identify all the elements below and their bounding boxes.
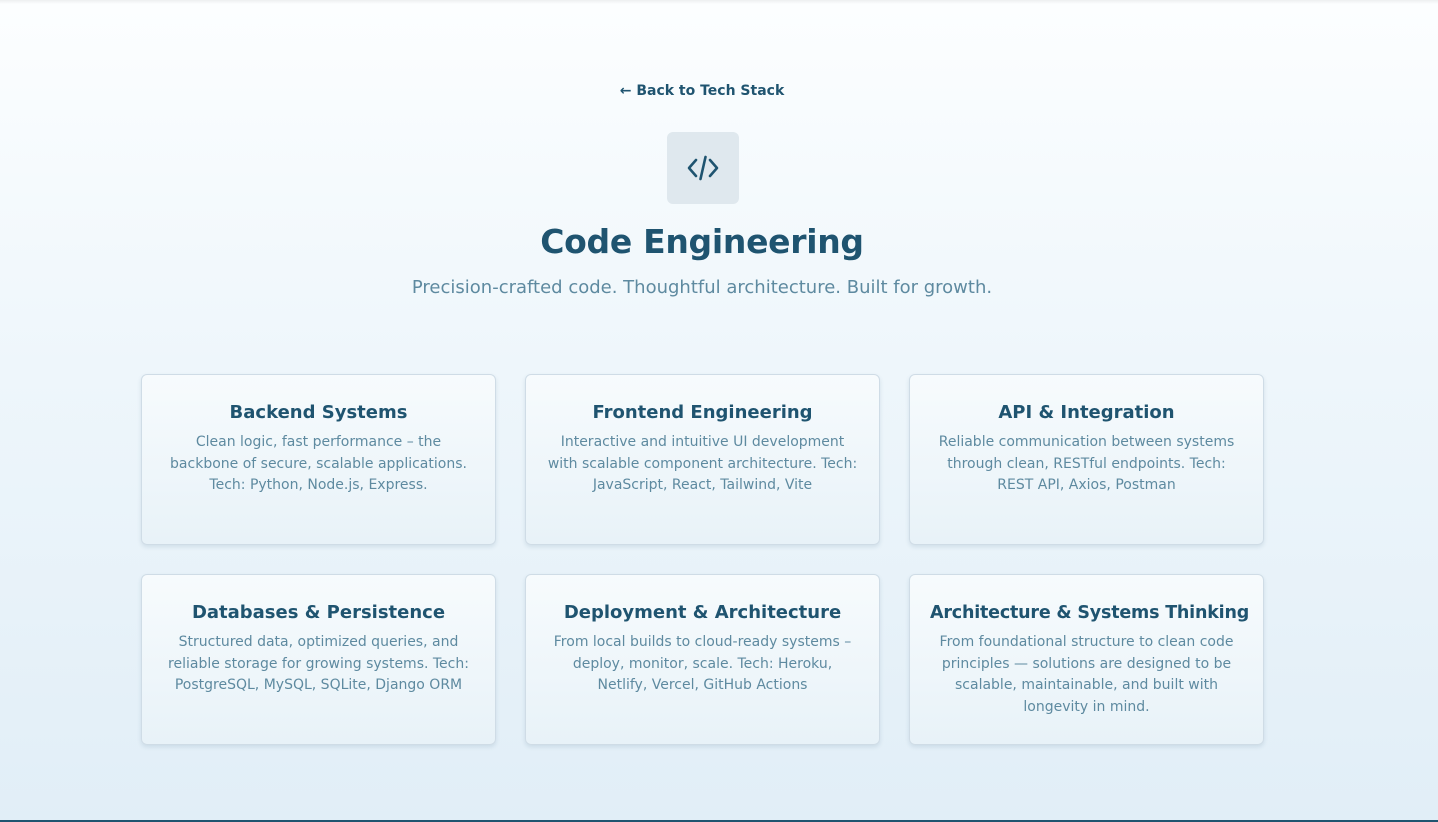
card-title: Backend Systems [229, 402, 408, 423]
page-title: Code Engineering [540, 222, 864, 261]
card-api-integration: API & Integration Reliable communication… [909, 374, 1264, 545]
code-icon [667, 132, 739, 204]
card-description: Clean logic, fast performance – the back… [170, 434, 467, 494]
page-subtitle: Precision-crafted code. Thoughtful archi… [411, 277, 993, 298]
card-description: From local builds to cloud-ready systems… [553, 634, 852, 694]
card-description: Interactive and intuitive UI development… [547, 434, 858, 494]
card-backend-systems: Backend Systems Clean logic, fast perfor… [141, 374, 496, 545]
back-to-tech-stack-link[interactable]: ← Back to Tech Stack [0, 83, 1404, 99]
card-databases-persistence: Databases & Persistence Structured data,… [141, 574, 496, 745]
card-title: Architecture & Systems Thinking [930, 603, 1250, 623]
card-title: Frontend Engineering [592, 402, 813, 423]
card-frontend-engineering: Frontend Engineering Interactive and int… [525, 374, 880, 545]
card-description: From foundational structure to clean cod… [939, 634, 1234, 716]
card-description: Structured data, optimized queries, and … [168, 634, 469, 694]
card-architecture-systems-thinking: Architecture & Systems Thinking From fou… [909, 574, 1264, 745]
card-description: Reliable communication between systems t… [938, 434, 1235, 494]
header-shadow [0, 0, 1438, 4]
card-title: API & Integration [998, 402, 1175, 423]
card-deployment-architecture: Deployment & Architecture From local bui… [525, 574, 880, 745]
card-title: Databases & Persistence [191, 602, 446, 623]
card-title: Deployment & Architecture [563, 602, 842, 623]
